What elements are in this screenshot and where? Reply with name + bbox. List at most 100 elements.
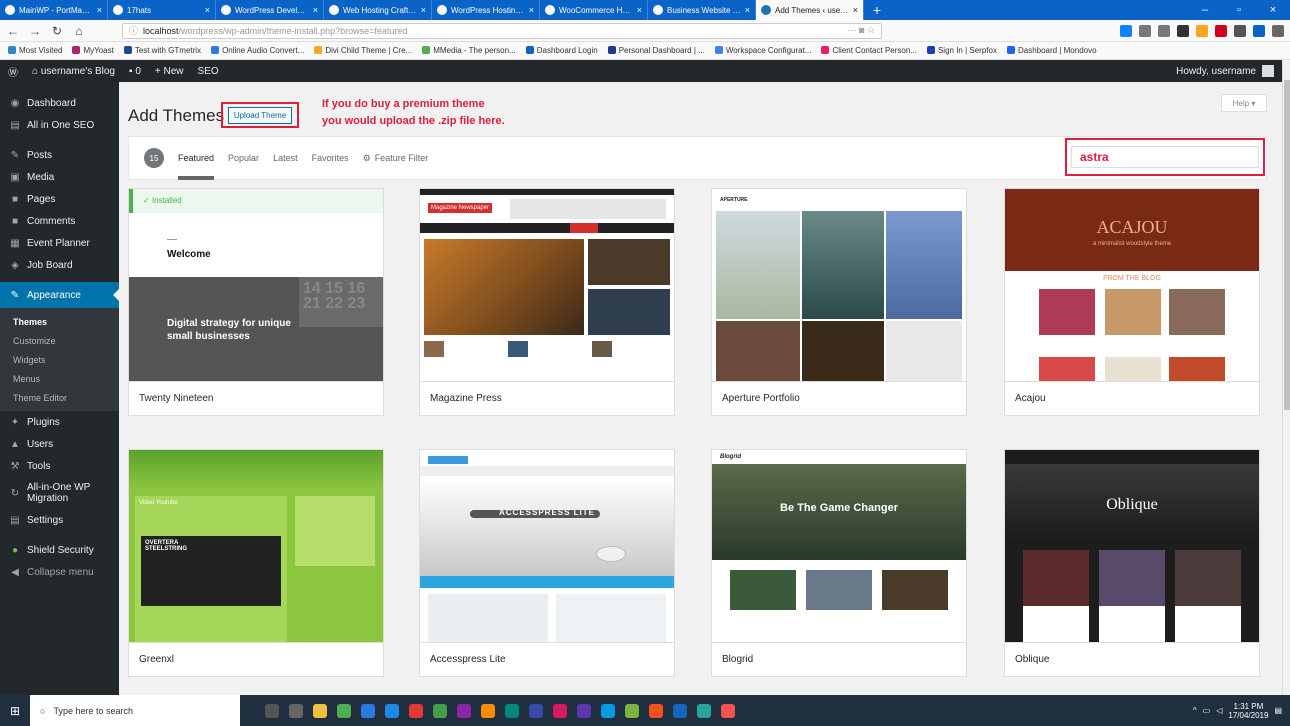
download-icon[interactable] (1120, 24, 1132, 37)
tab-close-icon[interactable]: × (745, 5, 750, 15)
menu-icon[interactable] (1272, 24, 1284, 37)
sidebar-icon[interactable] (1158, 24, 1170, 37)
tab-close-icon[interactable]: × (637, 5, 642, 15)
sidebar-item-plugins[interactable]: ✦ Plugins (0, 411, 119, 433)
theme-card-twenty-nineteen[interactable]: Welcome 14 15 16 21 22 23 Digital strateg… (128, 188, 384, 416)
submenu-theme-editor[interactable]: Theme Editor (0, 388, 119, 407)
bookmark-item[interactable]: MMedia - The person... (422, 46, 516, 55)
sidebar-item-posts[interactable]: ✎ Posts (0, 144, 119, 166)
forward-icon[interactable]: → (28, 24, 42, 38)
bookmark-item[interactable]: Sign In | Serpfox (926, 46, 997, 55)
app-icon[interactable] (529, 703, 543, 718)
sidebar-item-tools[interactable]: ⚒ Tools (0, 455, 119, 477)
sidebar-item-dashboard[interactable]: ◉ Dashboard (0, 92, 119, 114)
app-icon[interactable] (601, 703, 615, 718)
page-actions-icon[interactable]: ··· (847, 25, 856, 35)
tab-close-icon[interactable]: × (529, 5, 534, 15)
theme-card-greenxl[interactable]: Video Youtube OVERTERA STEELSTRING Green… (128, 449, 384, 677)
back-icon[interactable]: ← (6, 24, 20, 38)
home-icon[interactable]: ⌂ (72, 24, 86, 38)
upload-theme-button[interactable]: Upload Theme (227, 106, 293, 124)
theme-card-accesspress-lite[interactable]: ACCESSPRESS LITE Accesspress Lite (419, 449, 675, 677)
bookmark-item[interactable]: Workspace Configurat... (714, 46, 811, 55)
app-icon[interactable] (361, 703, 375, 718)
sidebar-item-media[interactable]: ▣ Media (0, 166, 119, 188)
app-icon[interactable] (625, 703, 639, 718)
submenu-customize[interactable]: Customize (0, 331, 119, 350)
theme-card-acajou[interactable]: ACAJOU a minimalist woodstyle theme FROM… (1004, 188, 1260, 416)
tab-close-icon[interactable]: × (205, 5, 210, 15)
browser-tab[interactable]: Web Hosting Crafted For Top× (324, 0, 432, 20)
browser-tab[interactable]: Business Website Care Plan× (648, 0, 756, 20)
submenu-themes[interactable]: Themes (0, 312, 119, 331)
browser-tab[interactable]: MainWP - PortMacOnline.l× (0, 0, 108, 20)
extension-icon[interactable] (1215, 24, 1227, 37)
sidebar-item-comments[interactable]: ■ Comments (0, 210, 119, 232)
submenu-menus[interactable]: Menus (0, 369, 119, 388)
pocket-icon[interactable]: ◙ (859, 25, 864, 35)
theme-search-input[interactable] (1071, 146, 1259, 168)
theme-card-aperture-portfolio[interactable]: APERTURE Aperture Portfolio (711, 188, 967, 416)
theme-card-blogrid[interactable]: Blogrid Be The Game Changer Blogrid (711, 449, 967, 677)
app-icon[interactable] (721, 703, 735, 718)
site-name-link[interactable]: ⌂ username's Blog (32, 66, 115, 77)
tab-favorites[interactable]: Favorites (312, 136, 349, 180)
account-menu[interactable]: Howdy, username (1176, 65, 1274, 77)
notifications-icon[interactable]: ▤ (1274, 706, 1282, 715)
bookmark-item[interactable]: Dashboard Login (525, 46, 598, 55)
app-icon[interactable] (505, 703, 519, 718)
app-icon[interactable] (697, 703, 711, 718)
app-icon[interactable] (457, 703, 471, 718)
comments-link[interactable]: ▪ 0 (129, 66, 141, 77)
sidebar-item-job-board[interactable]: ◈ Job Board (0, 254, 119, 276)
browser-tab-active[interactable]: Add Themes ‹ username's B× (756, 0, 864, 20)
sidebar-item-users[interactable]: ▲ Users (0, 433, 119, 455)
theme-card-magazine-press[interactable]: Magazine Newspaper Magazine Press (419, 188, 675, 416)
sidebar-item-event-planner[interactable]: ▦ Event Planner (0, 232, 119, 254)
chrome-icon[interactable] (337, 703, 351, 718)
clock[interactable]: 1:31 PM 17/04/2019 (1228, 702, 1268, 720)
bookmark-item[interactable]: MyYoast (72, 46, 114, 55)
new-content-link[interactable]: + New (155, 66, 184, 77)
tab-close-icon[interactable]: × (97, 5, 102, 15)
scrollbar-thumb[interactable] (1284, 80, 1290, 410)
extension-icon[interactable] (1196, 24, 1208, 37)
sidebar-item-pages[interactable]: ■ Pages (0, 188, 119, 210)
bookmark-item[interactable]: Personal Dashboard | ... (607, 46, 705, 55)
app-icon[interactable] (673, 703, 687, 718)
wordpress-logo-icon[interactable]: Ⓦ (8, 64, 18, 79)
app-icon[interactable] (481, 703, 495, 718)
sidebar-item-appearance[interactable]: ✎ Appearance (0, 282, 119, 308)
maximize-icon[interactable]: ▫ (1222, 0, 1256, 20)
mic-icon[interactable] (265, 703, 279, 718)
browser-tab[interactable]: WordPress Developers Host× (216, 0, 324, 20)
new-tab-button[interactable]: + (864, 0, 890, 20)
app-icon[interactable] (577, 703, 591, 718)
tab-featured[interactable]: Featured (178, 136, 215, 180)
browser-tab[interactable]: WordPress Hosting - Top Se× (432, 0, 540, 20)
bookmark-item[interactable]: Divi Child Theme | Cre... (314, 46, 412, 55)
library-icon[interactable] (1139, 24, 1151, 37)
page-scrollbar[interactable] (1282, 60, 1290, 695)
bookmark-item[interactable]: Online Audio Convert... (211, 46, 304, 55)
url-bar[interactable]: ⓘ localhost/wordpress/wp-admin/theme-ins… (122, 22, 882, 39)
file-explorer-icon[interactable] (313, 703, 327, 718)
bookmark-item[interactable]: Test with GTmetrix (123, 46, 201, 55)
browser-tab[interactable]: 17hats × (108, 0, 216, 20)
volume-icon[interactable]: ◁ (1216, 706, 1222, 715)
sidebar-item-all-in-one-seo[interactable]: ▤ All in One SEO (0, 114, 119, 136)
extension-icon[interactable] (1234, 24, 1246, 37)
task-view-icon[interactable] (289, 703, 303, 718)
collapse-menu-button[interactable]: ◀ Collapse menu (0, 561, 119, 583)
tray-arrow-icon[interactable]: ^ (1193, 706, 1197, 715)
tab-close-icon[interactable]: × (421, 5, 426, 15)
sidebar-item-settings[interactable]: ▤ Settings (0, 509, 119, 531)
seo-link[interactable]: SEO (198, 66, 219, 77)
windows-start-icon[interactable]: ⊞ (0, 695, 30, 726)
submenu-widgets[interactable]: Widgets (0, 350, 119, 369)
close-window-icon[interactable]: × (1256, 0, 1290, 20)
network-icon[interactable]: ▭ (1203, 706, 1211, 715)
feature-filter-button[interactable]: ⚙ Feature Filter (363, 136, 429, 180)
bookmark-star-icon[interactable]: ☆ (867, 25, 875, 35)
app-icon[interactable] (649, 703, 663, 718)
